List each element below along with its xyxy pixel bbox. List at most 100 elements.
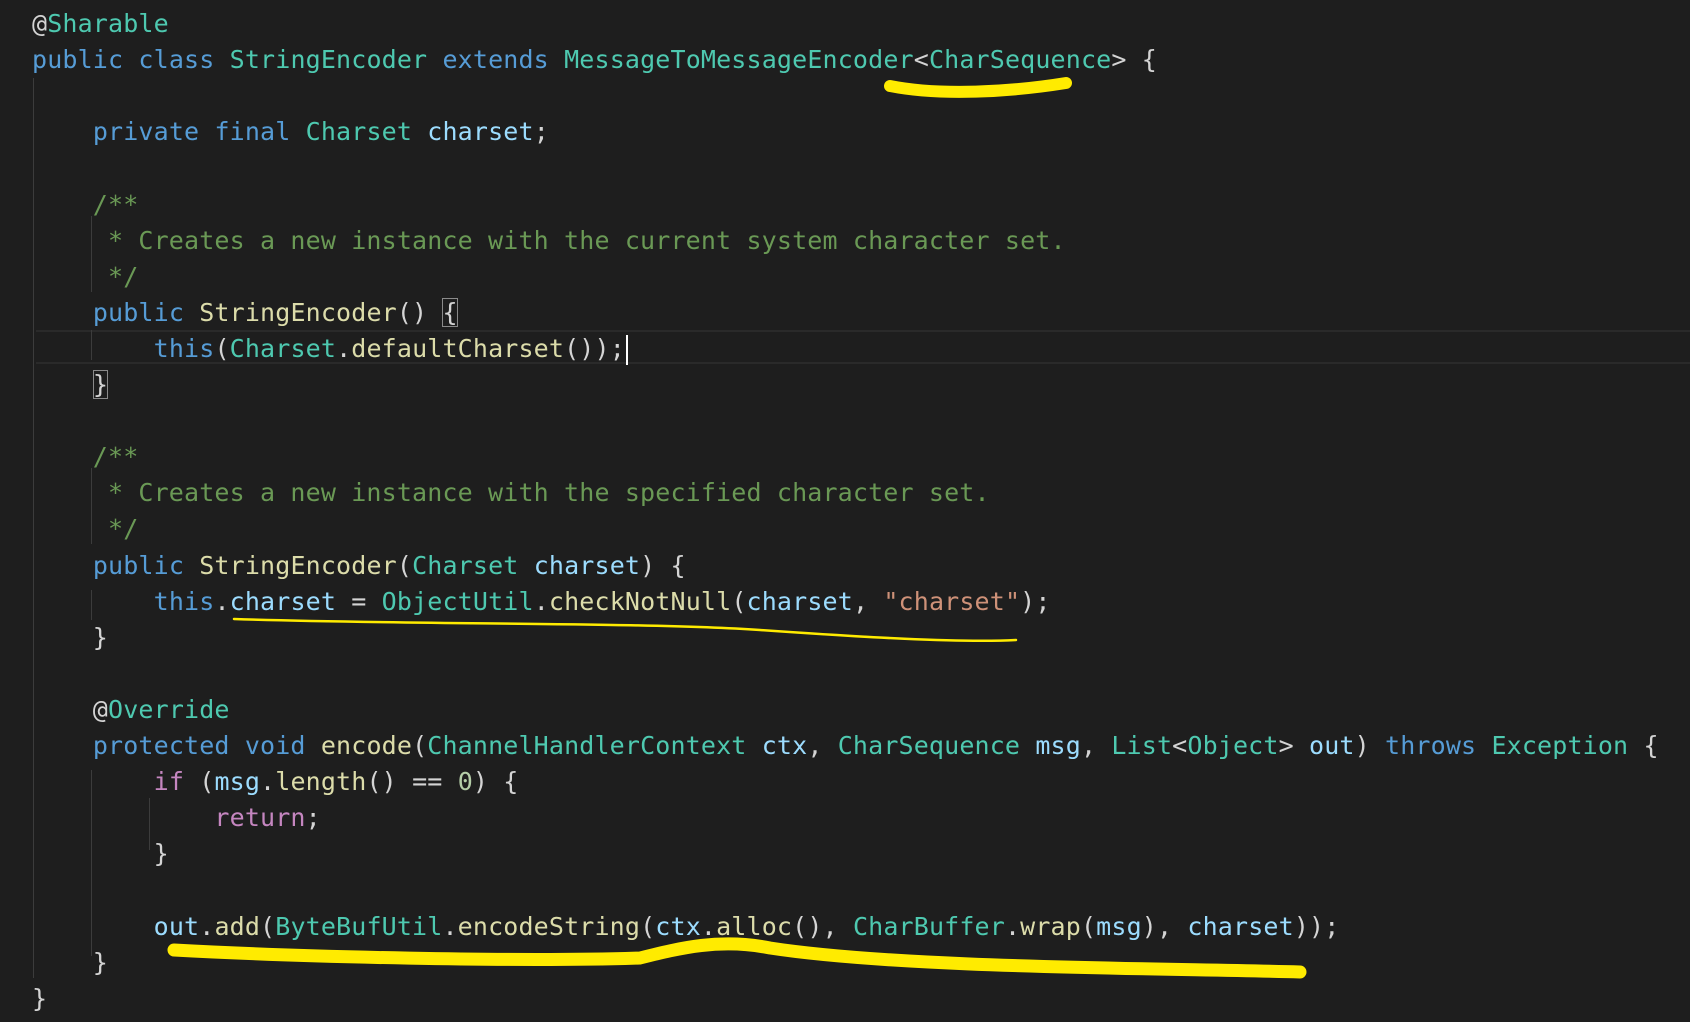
code-token: charset [746, 586, 853, 616]
code-token: ) { [640, 550, 686, 580]
code-line[interactable]: } [32, 620, 108, 656]
code-line[interactable]: private final Charset charset; [32, 114, 549, 150]
code-line[interactable]: return; [32, 800, 321, 836]
code-token: . [442, 911, 458, 941]
code-token: ( [396, 550, 413, 580]
code-line[interactable]: } [32, 981, 47, 1017]
code-token: ); [1020, 586, 1051, 616]
code-token: * Creates a new instance with the curren… [32, 225, 1066, 255]
code-token: public [92, 297, 185, 327]
code-token: Override [108, 694, 230, 724]
code-line[interactable]: public StringEncoder() { [32, 295, 458, 331]
code-token: } [32, 947, 109, 977]
code-token: charset [1187, 911, 1294, 941]
highlight-underline-checknotnull [232, 617, 1018, 643]
code-token: msg [1096, 911, 1142, 941]
matched-bracket: { [442, 297, 458, 327]
code-line[interactable]: out.add(ByteBufUtil.encodeString(ctx.all… [32, 909, 1340, 945]
code-line[interactable]: * Creates a new instance with the specif… [32, 475, 990, 511]
code-token: Exception [1491, 731, 1629, 760]
code-editor[interactable]: @Sharable public class StringEncoder exte… [0, 0, 1690, 1022]
code-token: @ [32, 694, 109, 724]
code-token: ) { [472, 767, 519, 797]
code-token: Sharable [47, 9, 169, 38]
code-token: ObjectUtil [381, 586, 534, 616]
code-token: Charset [412, 550, 519, 580]
code-token: ( [731, 586, 747, 616]
code-token: protected [92, 731, 230, 760]
code-line[interactable]: */ [32, 511, 138, 547]
code-token: Charset [305, 117, 413, 147]
code-token: ; [305, 803, 321, 833]
matched-bracket: } [92, 370, 109, 399]
code-token: . [336, 333, 352, 363]
text-cursor [625, 334, 628, 365]
code-line[interactable]: */ [32, 259, 138, 295]
code-line[interactable]: } [32, 836, 169, 872]
code-token: public [92, 550, 185, 580]
code-token: Charset [229, 333, 337, 363]
code-token: = [336, 586, 382, 616]
code-line[interactable]: public StringEncoder(Charset charset) { [32, 548, 686, 584]
code-token: ) [1354, 731, 1386, 760]
code-token: . [533, 586, 549, 616]
code-line[interactable]: if (msg.length() == 0) { [32, 764, 519, 800]
code-token: encodeString [457, 911, 641, 941]
code-token: } [32, 839, 169, 869]
code-line[interactable]: public class StringEncoder extends Messa… [32, 42, 1157, 78]
highlight-underline-charsequence [884, 77, 1072, 98]
code-token: )); [1293, 911, 1340, 941]
code-line[interactable]: /** [32, 439, 138, 475]
code-token: defaultCharset [351, 333, 565, 363]
code-token: final [214, 117, 291, 147]
code-line[interactable]: this(Charset.defaultCharset()); [32, 331, 628, 367]
code-token: . [700, 911, 717, 941]
code-line[interactable]: @Sharable [32, 6, 169, 42]
code-line[interactable]: * Creates a new instance with the curren… [32, 223, 1066, 259]
code-token: "charset" [883, 586, 1021, 616]
code-token: checkNotNull [548, 586, 732, 616]
code-token: ChannelHandlerContext [427, 731, 747, 760]
code-line[interactable]: protected void encode(ChannelHandlerCont… [32, 728, 1659, 764]
code-token: List [1111, 731, 1173, 760]
code-line[interactable]: @Override [32, 692, 230, 728]
code-line[interactable]: this.charset = ObjectUtil.checkNotNull(c… [32, 584, 1051, 620]
code-line[interactable]: } [32, 367, 109, 403]
code-token: msg [214, 767, 261, 797]
code-token: CharSequence [928, 45, 1112, 75]
code-token: this [153, 586, 215, 616]
code-line[interactable]: /** [32, 187, 138, 223]
code-token: > [1278, 731, 1309, 760]
code-token: charset [427, 117, 534, 147]
code-token: out [153, 911, 200, 941]
code-token: extends [442, 45, 549, 75]
code-token: StringEncoder [199, 297, 397, 327]
code-token: ( [1080, 911, 1097, 941]
code-token: ; [533, 117, 549, 147]
code-token: ( [640, 911, 656, 941]
code-token: ByteBufUtil [275, 911, 443, 941]
code-token: 0 [457, 767, 473, 797]
code-token: throws [1385, 731, 1477, 760]
code-token: . [199, 911, 215, 941]
code-token: ( [260, 911, 276, 941]
code-line[interactable]: } [32, 945, 108, 981]
code-token: > { [1111, 45, 1157, 75]
code-token: . [260, 767, 276, 797]
code-token: ()); [564, 333, 625, 363]
